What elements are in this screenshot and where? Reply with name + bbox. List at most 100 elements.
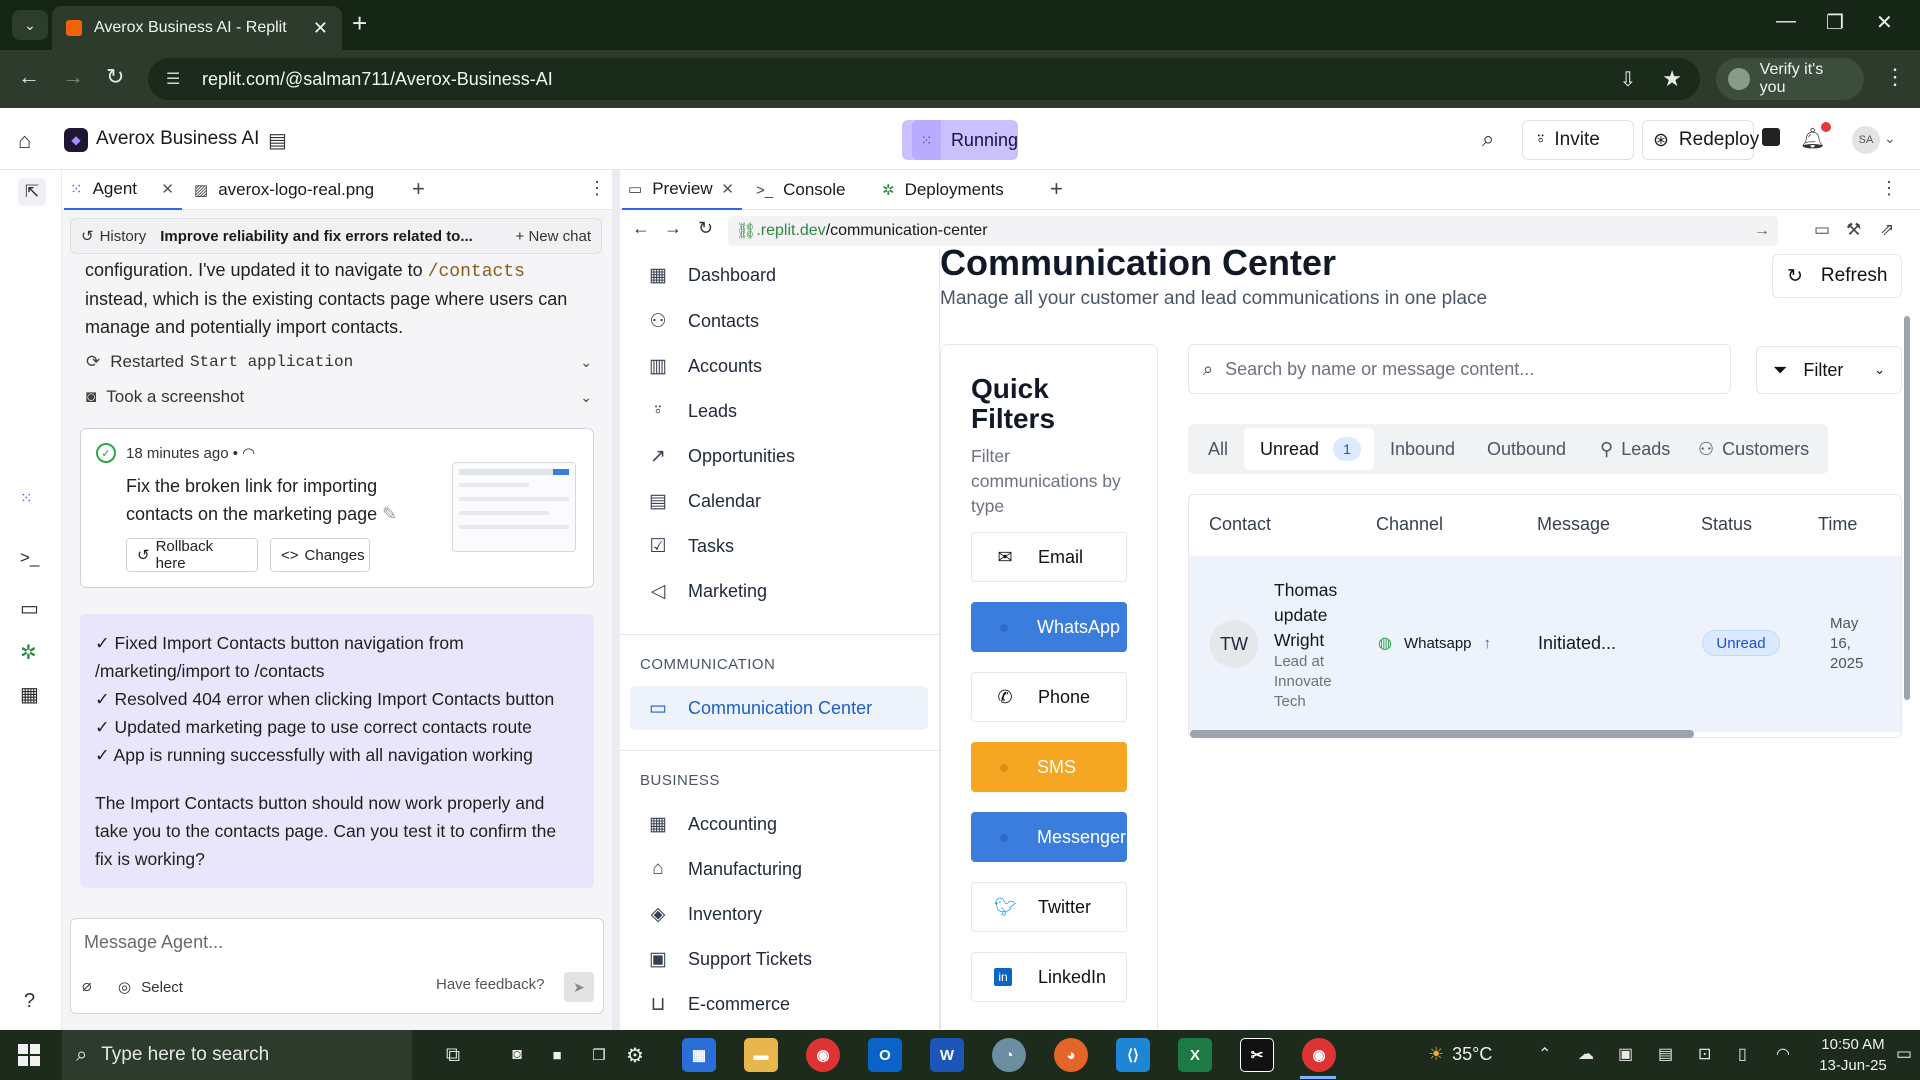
browser-menu-icon[interactable]: ⋮ [1884,64,1906,90]
filter-linkedin-button[interactable]: in LinkedIn [971,952,1127,1002]
filter-sms-button[interactable]: ● SMS [971,742,1127,792]
nav-accounts[interactable]: ▥ Accounts [646,355,762,378]
file-explorer-icon[interactable]: ▬ [744,1038,778,1072]
preview-reload-icon[interactable]: ↻ [698,218,713,239]
window-close-icon[interactable]: ✕ [1876,10,1893,35]
search-icon[interactable]: ⌕ [1482,126,1494,152]
browser-tab[interactable]: Averox Business AI - Replit ✕ [52,6,342,50]
redeploy-button[interactable]: ⊛ Redeploy [1642,120,1759,160]
run-status-button[interactable]: ⁙ Running [902,120,1018,160]
message-placeholder[interactable]: Message Agent... [84,932,223,953]
tab-logo-file[interactable]: ▨ averox-logo-real.png [190,170,374,210]
table-horizontal-scrollbar[interactable] [1190,730,1694,738]
forward-icon[interactable]: → [62,64,84,90]
nav-marketing[interactable]: ◁ Marketing [646,580,767,603]
add-tab-icon[interactable]: + [1050,176,1063,202]
minimize-icon[interactable]: — [1776,10,1796,33]
nav-contacts[interactable]: ⚇ Contacts [646,310,759,333]
all-tools-icon[interactable]: ▦ [20,682,39,707]
nav-opportunities[interactable]: ↗ Opportunities [646,445,795,468]
outlook-icon[interactable]: O [868,1038,902,1072]
message-preview[interactable]: Initiated... [1538,633,1616,654]
checkpoint-thumbnail[interactable] [452,462,576,552]
settings-gear-icon[interactable]: ⚙ [618,1038,652,1072]
store-icon[interactable]: ▦ [682,1038,716,1072]
nav-manufacturing[interactable]: ⌂ Manufacturing [646,858,802,880]
paperclip-icon[interactable]: ⌀ [82,976,92,996]
tab-menu-icon[interactable]: ⋮ [588,178,606,199]
deployments-icon[interactable]: ✲ [20,640,37,665]
close-tab-icon[interactable]: ✕ [721,180,734,198]
back-icon[interactable]: ← [18,64,40,90]
tab-console[interactable]: >_ Console [756,170,845,210]
history-icon[interactable]: ↺ [81,227,94,245]
nav-accounting[interactable]: ▦ Accounting [646,813,777,836]
refresh-button[interactable]: ↻ Refresh [1772,254,1902,298]
action-restart-row[interactable]: ⟳ Restarted Start application ⌄ [86,352,592,372]
preview-back-icon[interactable]: ← [632,218,650,239]
select-element-button[interactable]: ◎ Select [118,978,183,996]
preview-monitor-icon[interactable]: ▭ [20,596,39,621]
tab-preview[interactable]: ▭ Preview ✕ [622,170,742,210]
devtools-icon[interactable]: ⚒ [1846,220,1861,240]
workspace-toggle-icon[interactable] [1762,128,1780,146]
nav-tasks[interactable]: ☑ Tasks [646,535,734,558]
close-tab-icon[interactable]: ✕ [161,180,174,198]
tray-app-icon[interactable]: ▤ [1658,1044,1673,1064]
filter-whatsapp-button[interactable]: ● WhatsApp [971,602,1127,652]
nav-leads[interactable]: ⍤ Leads [646,400,737,422]
close-tab-icon[interactable]: ✕ [313,18,328,39]
chrome-icon[interactable]: ◉ [806,1038,840,1072]
chevron-down-icon[interactable]: ⌄ [580,354,592,371]
vscode-icon[interactable]: ⟨⟩ [1116,1038,1150,1072]
weather-widget[interactable]: ☀ 35°C [1428,1044,1492,1065]
send-icon[interactable]: ➤ [564,972,594,1002]
chevron-down-icon[interactable]: ⌄ [1884,130,1896,147]
excel-icon[interactable]: X [1178,1038,1212,1072]
chrome-active-icon[interactable]: ◉ [1302,1038,1336,1072]
verify-profile-button[interactable]: Verify it's you [1716,58,1864,100]
tab-outbound[interactable]: Outbound [1487,424,1566,474]
col-time[interactable]: Time [1818,514,1857,535]
nav-ecommerce[interactable]: ⊔ E-commerce [646,993,790,1016]
filter-dropdown[interactable]: ⏷ Filter ⌄ [1756,346,1902,394]
tab-inbound[interactable]: Inbound [1390,424,1455,474]
app-icon[interactable]: ◔ [992,1038,1026,1072]
windows-start-icon[interactable] [18,1044,40,1066]
tray-app-icon[interactable]: ⊡ [1698,1044,1711,1064]
feedback-link[interactable]: Have feedback? [436,976,544,993]
restore-icon[interactable]: ❐ [1826,10,1844,35]
site-info-icon[interactable]: ☰ [166,69,188,89]
snip-tool-icon[interactable]: ◙ [500,1038,534,1072]
tab-agent[interactable]: ⁙ Agent ✕ [64,170,182,210]
app-name[interactable]: Averox Business AI [96,128,259,150]
filter-twitter-button[interactable]: 🐦︎ Twitter [971,882,1127,932]
notification-center-icon[interactable]: ▭ [1896,1044,1912,1064]
add-tab-icon[interactable]: + [412,176,425,202]
install-app-icon[interactable]: ⇩ [1620,67,1637,92]
notifications-bell-icon[interactable]: 🔔︎ [1800,122,1832,151]
window-icon[interactable]: ❒ [582,1038,616,1072]
capcut-icon[interactable]: ✂ [1240,1038,1274,1072]
nav-communication-center[interactable]: ▭ Communication Center [646,697,872,720]
go-arrow-icon[interactable]: → [1754,222,1770,240]
new-chat-button[interactable]: + New chat [516,228,591,245]
new-tab-icon[interactable]: + [352,8,367,39]
user-avatar[interactable]: SA [1852,126,1880,154]
col-message[interactable]: Message [1537,514,1610,535]
panel-divider[interactable] [612,170,620,1030]
battery-icon[interactable]: ▯ [1738,1044,1747,1064]
invite-button[interactable]: ⍤ Invite [1522,120,1634,160]
tray-app-icon[interactable]: ▣ [1618,1044,1633,1064]
bookmark-star-icon[interactable]: ★ [1662,66,1682,92]
tab-menu-icon[interactable]: ⋮ [1880,178,1898,199]
console-icon[interactable]: >_ [20,548,39,568]
onedrive-icon[interactable]: ☁ [1578,1044,1594,1064]
contact-name[interactable]: Thomas update Wright [1274,578,1354,653]
col-contact[interactable]: Contact [1209,514,1271,535]
tab-search-dropdown[interactable]: ⌄ [12,10,48,40]
nav-calendar[interactable]: ▤ Calendar [646,490,761,513]
word-icon[interactable]: W [930,1038,964,1072]
app-info-icon[interactable]: ▤ [268,128,287,153]
taskbar-clock[interactable]: 10:50 AM 13-Jun-25 [1818,1034,1888,1076]
